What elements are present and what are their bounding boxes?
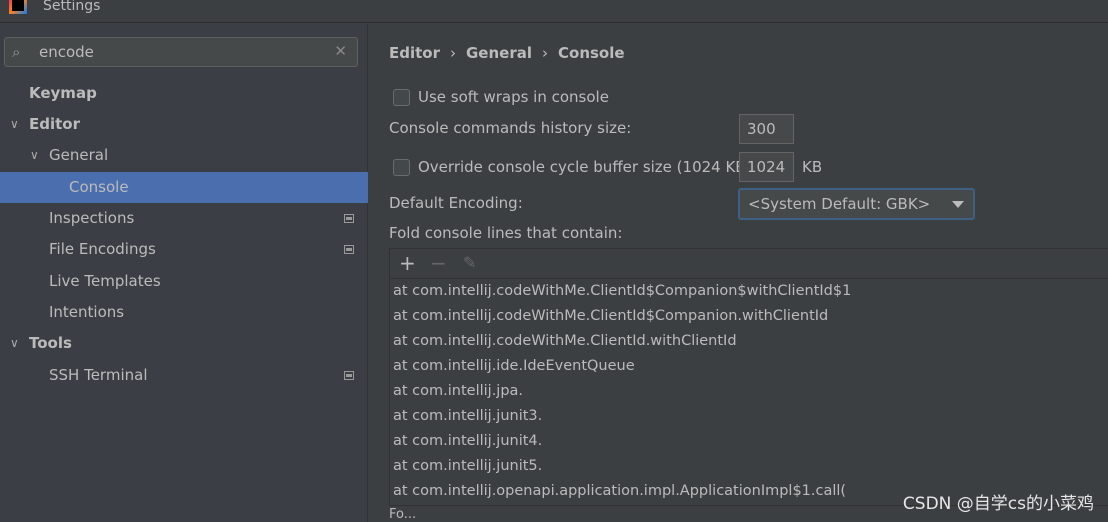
list-item[interactable]: at com.intellij.ide.IdeEventQueue	[390, 354, 1108, 379]
sidebar-item-tools[interactable]: ∨ Tools	[0, 328, 368, 359]
sidebar-item-file-encodings[interactable]: File Encodings	[0, 234, 368, 265]
sidebar-item-general[interactable]: ∨ General	[0, 140, 368, 171]
title-bar: Settings	[0, 0, 1108, 23]
list-item[interactable]: at com.intellij.junit5.	[390, 454, 1108, 479]
breadcrumb: Editor › General › Console	[389, 44, 625, 62]
clear-icon[interactable]: ✕	[334, 42, 347, 60]
list-item[interactable]: at com.intellij.jpa.	[390, 379, 1108, 404]
default-encoding-select[interactable]: <System Default: GBK>	[738, 188, 975, 220]
window-title: Settings	[43, 0, 101, 14]
list-toolbar: + − ✎	[390, 249, 1108, 279]
history-size-input[interactable]: 300	[739, 114, 794, 144]
cut-off-label: Fo...	[389, 507, 417, 522]
intellij-logo-icon	[9, 0, 27, 14]
chevron-down-icon[interactable]: ∨	[10, 109, 19, 140]
sidebar-item-inspections[interactable]: Inspections	[0, 203, 368, 234]
list-item[interactable]: at com.intellij.codeWithMe.ClientId$Comp…	[390, 279, 1108, 304]
sidebar-item-editor[interactable]: ∨ Editor	[0, 109, 368, 140]
dropdown-arrow-icon	[952, 201, 964, 208]
sidebar-item-intentions[interactable]: Intentions	[0, 297, 368, 328]
soft-wraps-checkbox[interactable]	[393, 89, 410, 106]
settings-panel: Editor › General › Console Use soft wraps in…	[369, 24, 1108, 522]
list-item[interactable]: at com.intellij.junit3.	[390, 404, 1108, 429]
project-settings-icon	[344, 245, 354, 254]
edit-icon[interactable]: ✎	[463, 253, 476, 272]
search-icon[interactable]: ⌕	[12, 43, 20, 61]
list-item[interactable]: at com.intellij.junit4.	[390, 429, 1108, 454]
watermark: CSDN @自学cs的小菜鸡	[902, 494, 1094, 514]
add-icon[interactable]: +	[399, 251, 416, 275]
sidebar-item-console[interactable]: Console	[0, 172, 368, 203]
search-input[interactable]	[39, 42, 329, 62]
fold-lines-list: + − ✎ at com.intellij.codeWithMe.ClientI…	[389, 248, 1108, 506]
sidebar-item-keymap[interactable]: Keymap	[0, 78, 368, 109]
search-box[interactable]: ⌕ ✕	[4, 37, 358, 67]
chevron-down-icon[interactable]: ∨	[30, 140, 39, 171]
buffer-size-input[interactable]: 1024	[739, 152, 794, 182]
sidebar-item-ssh-terminal[interactable]: SSH Terminal	[0, 360, 368, 391]
list-item[interactable]: at com.intellij.codeWithMe.ClientId$Comp…	[390, 304, 1108, 329]
remove-icon[interactable]: −	[430, 251, 447, 275]
sidebar-item-live-templates[interactable]: Live Templates	[0, 266, 368, 297]
list-item[interactable]: at com.intellij.codeWithMe.ClientId.with…	[390, 329, 1108, 354]
project-settings-icon	[344, 214, 354, 223]
project-settings-icon	[344, 371, 354, 380]
chevron-down-icon[interactable]: ∨	[10, 328, 19, 359]
override-buffer-checkbox[interactable]	[393, 159, 410, 176]
sidebar: ⌕ ✕ Keymap ∨Editor ∨General Console Insp…	[0, 24, 368, 522]
